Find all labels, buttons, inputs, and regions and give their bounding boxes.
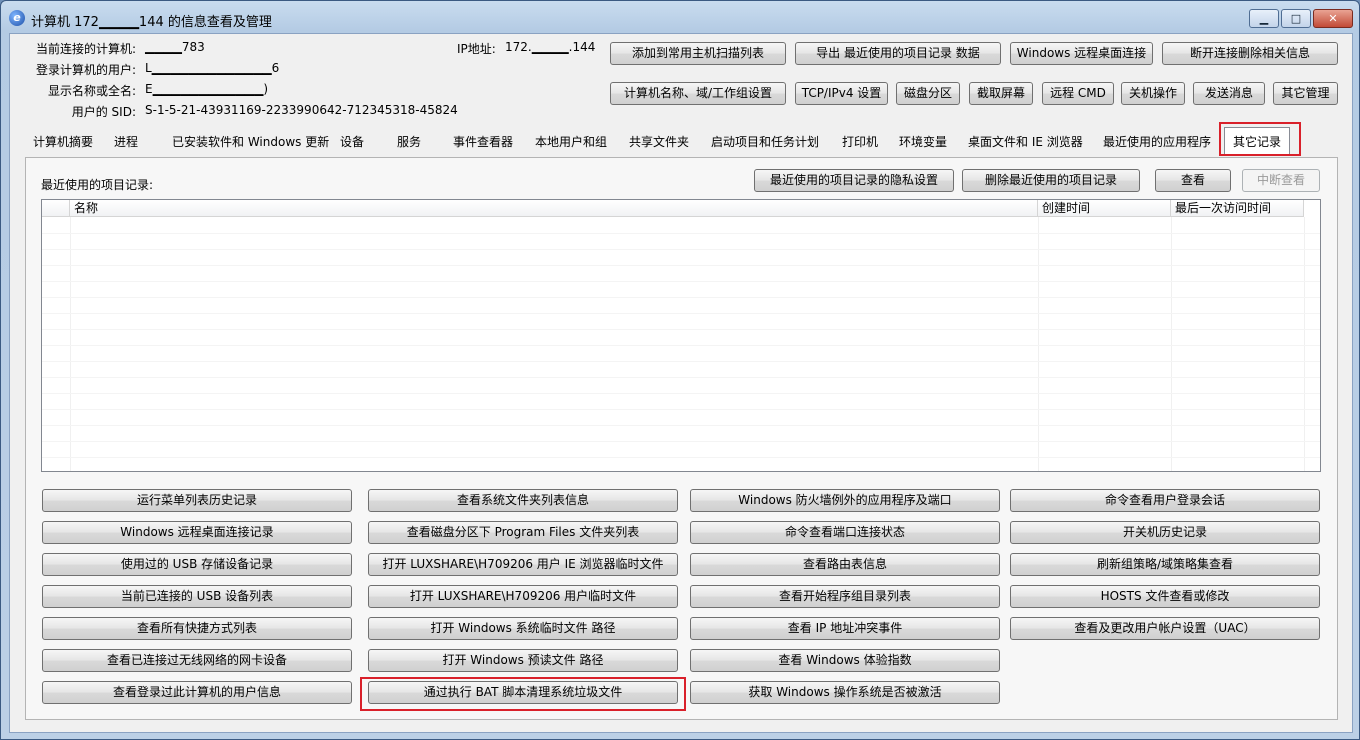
tab-event-viewer[interactable]: 事件查看器 <box>453 130 513 154</box>
logged-users-button[interactable]: 查看登录过此计算机的用户信息 <box>42 681 352 704</box>
tab-printers[interactable]: 打印机 <box>842 130 878 154</box>
experience-index-button[interactable]: 查看 Windows 体验指数 <box>690 649 1000 672</box>
user-temp-files-button[interactable]: 打开 LUXSHARE\H709206 用户临时文件 <box>368 585 678 608</box>
ie-temp-files-button[interactable]: 打开 LUXSHARE\H709206 用户 IE 浏览器临时文件 <box>368 553 678 576</box>
tab-strip: 计算机摘要 进程 已安装软件和 Windows 更新 设备 服务 事件查看器 本… <box>10 127 1354 158</box>
main-client-area: 当前连接的计算机: ▁▁▁▁783 登录计算机的用户: L▁▁▁▁▁▁▁▁▁▁▁… <box>9 33 1353 733</box>
tab-other-records[interactable]: 其它记录 <box>1224 127 1291 155</box>
port-status-button[interactable]: 命令查看端口连接状态 <box>690 521 1000 544</box>
run-history-button[interactable]: 运行菜单列表历史记录 <box>42 489 352 512</box>
send-message-button[interactable]: 发送消息 <box>1193 82 1265 105</box>
sid-value: S-1-5-21-43931169-2233990642-712345318-4… <box>145 103 458 117</box>
system-temp-path-button[interactable]: 打开 Windows 系统临时文件 路径 <box>368 617 678 640</box>
close-icon[interactable]: ✕ <box>1313 9 1353 28</box>
activation-status-button[interactable]: 获取 Windows 操作系统是否被激活 <box>690 681 1000 704</box>
tab-services[interactable]: 服务 <box>397 130 421 154</box>
app-window: e 计算机 172▁▁▁▁144 的信息查看及管理 ▁ □ ✕ 当前连接的计算机… <box>0 0 1360 740</box>
tab-installed-software[interactable]: 已安装软件和 Windows 更新 <box>172 130 329 154</box>
sid-label: 用户的 SID: <box>71 105 136 119</box>
disk-partition-button[interactable]: 磁盘分区 <box>896 82 960 105</box>
boot-history-button[interactable]: 开关机历史记录 <box>1010 521 1320 544</box>
list-header-created[interactable]: 创建时间 <box>1038 200 1171 217</box>
connected-usb-button[interactable]: 当前已连接的 USB 设备列表 <box>42 585 352 608</box>
firewall-exceptions-button[interactable]: Windows 防火墙例外的应用程序及端口 <box>690 489 1000 512</box>
minimize-icon[interactable]: ▁ <box>1249 9 1279 28</box>
tab-local-users[interactable]: 本地用户和组 <box>535 130 607 154</box>
user-label: 登录计算机的用户: <box>35 63 136 77</box>
program-files-button[interactable]: 查看磁盘分区下 Program Files 文件夹列表 <box>368 521 678 544</box>
bat-cleanup-button[interactable]: 通过执行 BAT 脚本清理系统垃圾文件 <box>368 681 678 704</box>
maximize-icon[interactable]: □ <box>1281 9 1311 28</box>
shutdown-button[interactable]: 关机操作 <box>1121 82 1185 105</box>
tab-recent-apps[interactable]: 最近使用的应用程序 <box>1103 130 1211 154</box>
system-folders-button[interactable]: 查看系统文件夹列表信息 <box>368 489 678 512</box>
list-header-last-access[interactable]: 最后一次访问时间 <box>1171 200 1304 217</box>
tab-environment-variables[interactable]: 环境变量 <box>899 130 947 154</box>
tab-shared-folders[interactable]: 共享文件夹 <box>629 130 689 154</box>
privacy-settings-button[interactable]: 最近使用的项目记录的隐私设置 <box>754 169 954 192</box>
app-icon: e <box>9 10 25 26</box>
shortcuts-list-button[interactable]: 查看所有快捷方式列表 <box>42 617 352 640</box>
usb-storage-history-button[interactable]: 使用过的 USB 存储设备记录 <box>42 553 352 576</box>
export-recent-records-button[interactable]: 导出 最近使用的项目记录 数据 <box>795 42 1001 65</box>
route-table-button[interactable]: 查看路由表信息 <box>690 553 1000 576</box>
hosts-file-button[interactable]: HOSTS 文件查看或修改 <box>1010 585 1320 608</box>
tab-computer-summary[interactable]: 计算机摘要 <box>33 130 93 154</box>
computer-label: 当前连接的计算机: <box>35 42 136 56</box>
tcpip-settings-button[interactable]: TCP/IPv4 设置 <box>795 82 888 105</box>
recent-items-list[interactable]: 名称 创建时间 最后一次访问时间 <box>41 199 1321 472</box>
recent-items-label: 最近使用的项目记录: <box>41 178 154 192</box>
login-sessions-button[interactable]: 命令查看用户登录会话 <box>1010 489 1320 512</box>
tab-devices[interactable]: 设备 <box>340 130 364 154</box>
tab-desktop-ie[interactable]: 桌面文件和 IE 浏览器 <box>968 130 1083 154</box>
delete-recent-button[interactable]: 删除最近使用的项目记录 <box>962 169 1140 192</box>
remote-cmd-button[interactable]: 远程 CMD <box>1042 82 1114 105</box>
window-title: 计算机 172▁▁▁▁144 的信息查看及管理 <box>31 15 272 30</box>
ip-conflict-button[interactable]: 查看 IP 地址冲突事件 <box>690 617 1000 640</box>
title-bar[interactable]: e 计算机 172▁▁▁▁144 的信息查看及管理 ▁ □ ✕ <box>1 1 1359 35</box>
start-menu-groups-button[interactable]: 查看开始程序组目录列表 <box>690 585 1000 608</box>
add-to-scan-list-button[interactable]: 添加到常用主机扫描列表 <box>610 42 786 65</box>
disconnect-delete-button[interactable]: 断开连接删除相关信息 <box>1162 42 1338 65</box>
list-header-name[interactable]: 名称 <box>70 200 1038 217</box>
tab-startup-tasks[interactable]: 启动项目和任务计划 <box>711 130 819 154</box>
view-button[interactable]: 查看 <box>1155 169 1231 192</box>
remote-desktop-button[interactable]: Windows 远程桌面连接 <box>1010 42 1153 65</box>
uac-settings-button[interactable]: 查看及更改用户帐户设置（UAC） <box>1010 617 1320 640</box>
computer-name-settings-button[interactable]: 计算机名称、域/工作组设置 <box>610 82 786 105</box>
display-name-value: E▁▁▁▁▁▁▁▁▁▁▁▁) <box>145 82 269 96</box>
group-policy-button[interactable]: 刷新组策略/域策略集查看 <box>1010 553 1320 576</box>
ip-label: IP地址: <box>457 42 496 56</box>
stop-view-button[interactable]: 中断查看 <box>1242 169 1320 192</box>
user-value: L▁▁▁▁▁▁▁▁▁▁▁▁▁6 <box>145 61 280 75</box>
list-header-blank <box>42 200 70 217</box>
tab-processes[interactable]: 进程 <box>114 130 138 154</box>
wifi-adapters-button[interactable]: 查看已连接过无线网络的网卡设备 <box>42 649 352 672</box>
rdp-history-button[interactable]: Windows 远程桌面连接记录 <box>42 521 352 544</box>
prefetch-path-button[interactable]: 打开 Windows 预读文件 路径 <box>368 649 678 672</box>
other-management-button[interactable]: 其它管理 <box>1273 82 1338 105</box>
screenshot-button[interactable]: 截取屏幕 <box>969 82 1033 105</box>
ip-value: 172.▁▁▁▁.144 <box>505 40 596 54</box>
computer-value: ▁▁▁▁783 <box>145 40 205 54</box>
display-name-label: 显示名称或全名: <box>47 84 136 98</box>
